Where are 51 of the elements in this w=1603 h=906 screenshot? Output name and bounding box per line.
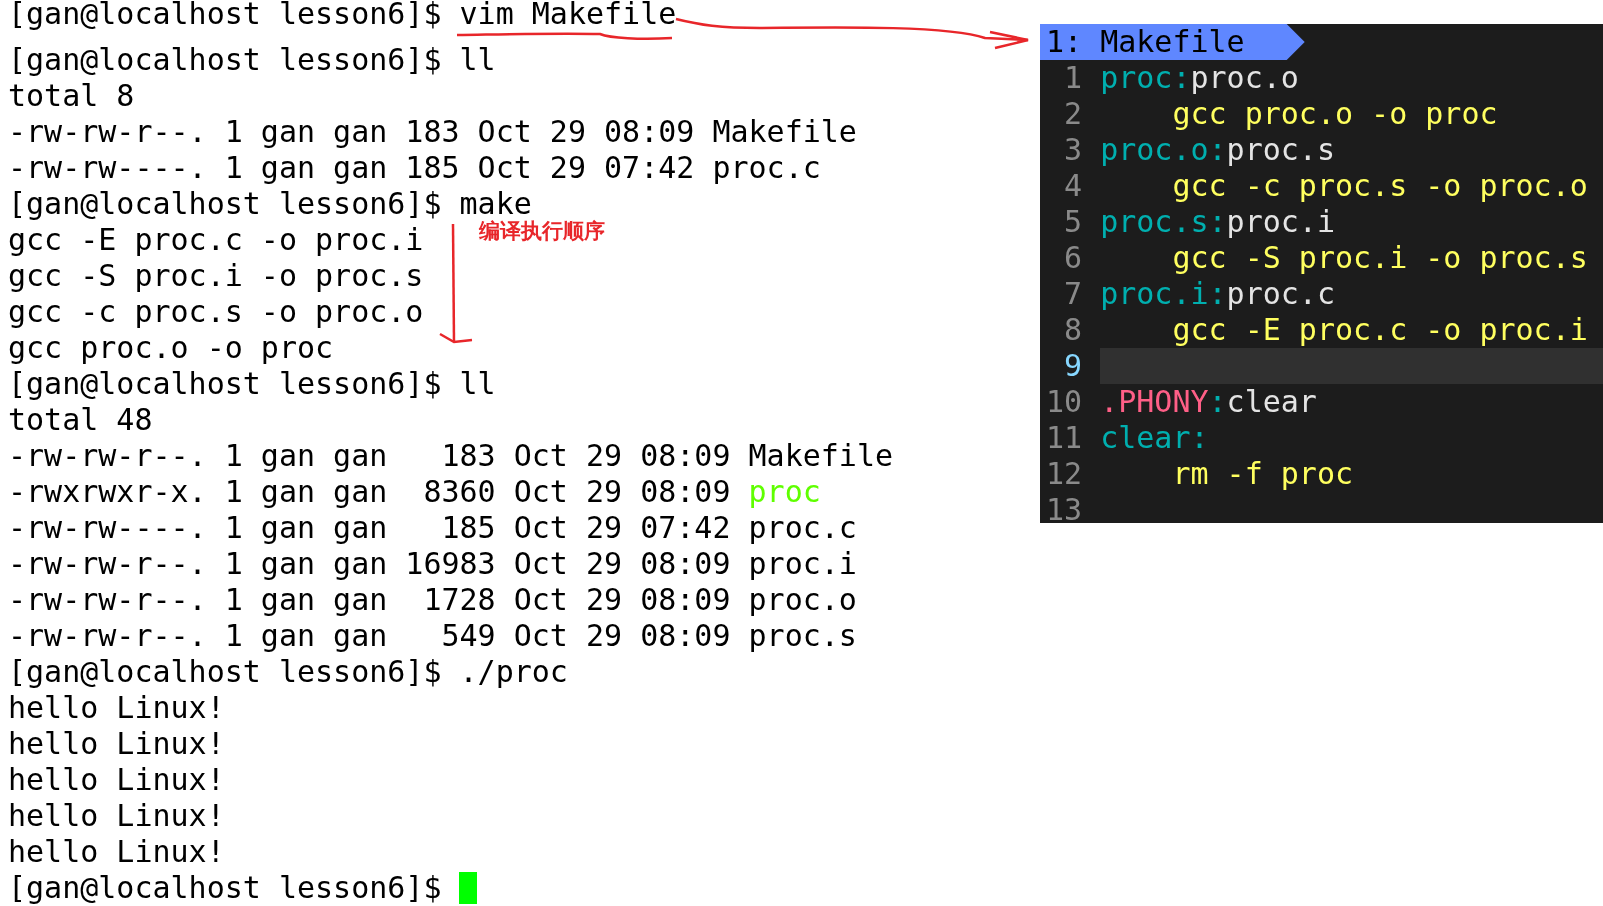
line-number: 5 (1063, 204, 1083, 240)
terminal-line: -rw-rw-r--. 1 gan gan 1728 Oct 29 08:09 proc.o (8, 582, 857, 618)
code-line: gcc proc.o -o proc (1171, 96, 1499, 132)
terminal-line: [gan@localhost lesson6]$ ll (8, 366, 496, 402)
terminal-line: [gan@localhost lesson6]$ vim Makefile (8, 0, 677, 32)
code-line: proc.s:proc.i (1100, 204, 1336, 240)
terminal-line: hello Linux! (8, 834, 225, 870)
terminal-line: -rwxrwxr-x. 1 gan gan 8360 Oct 29 08:09 proc (8, 474, 821, 510)
terminal-line: total 48 (8, 402, 153, 438)
terminal-line: gcc -E proc.c -o proc.i (8, 222, 424, 258)
terminal-line: gcc -S proc.i -o proc.s (8, 258, 424, 294)
terminal-line: -rw-rw-r--. 1 gan gan 16983 Oct 29 08:09 proc.i (8, 546, 857, 582)
line-number: 7 (1063, 276, 1083, 312)
code-line: rm -f proc (1171, 456, 1354, 492)
code-line: proc.o:proc.s (1100, 132, 1336, 168)
line-number: 13 (1046, 492, 1083, 523)
line-number: 3 (1063, 132, 1083, 168)
terminal-line: -rw-rw-r--. 1 gan gan 183 Oct 29 08:09 Makefile (8, 114, 857, 150)
terminal-line: [gan@localhost lesson6]$ (8, 870, 442, 906)
terminal-line: hello Linux! (8, 798, 225, 834)
terminal-line: [gan@localhost lesson6]$ ./proc (8, 654, 568, 690)
line-number: 2 (1063, 96, 1083, 132)
code-line: gcc -E proc.c -o proc.i (1171, 312, 1589, 348)
code-line: gcc -S proc.i -o proc.s (1171, 240, 1589, 276)
code-line: proc:proc.o (1100, 60, 1300, 96)
buffer-tab[interactable]: 1: Makefile (1040, 24, 1305, 60)
terminal-line: hello Linux! (8, 690, 225, 726)
line-number: 9 (1063, 348, 1083, 384)
line-number: 6 (1063, 240, 1083, 276)
terminal-line: [gan@localhost lesson6]$ make (8, 186, 532, 221)
terminal-line: -rw-rw----. 1 gan gan 185 Oct 29 07:42 proc.c (8, 150, 821, 186)
terminal-line: -rw-rw-r--. 1 gan gan 183 Oct 29 08:09 Makefile (8, 438, 893, 474)
terminal-line: -rw-rw----. 1 gan gan 185 Oct 29 07:42 proc.c (8, 510, 857, 546)
terminal-line: hello Linux! (8, 726, 225, 762)
terminal-line: gcc -c proc.s -o proc.o (8, 294, 424, 330)
terminal-line: gcc proc.o -o proc (8, 330, 334, 366)
line-number: 12 (1046, 456, 1083, 492)
code-line: proc.i:proc.c (1100, 276, 1336, 312)
terminal-line: [gan@localhost lesson6]$ ll (8, 42, 496, 78)
line-number: 11 (1046, 420, 1083, 456)
code-line: clear: (1100, 420, 1210, 456)
code-line: gcc -c proc.s -o proc.o (1171, 168, 1589, 204)
code-line: .PHONY:clear (1100, 384, 1318, 420)
line-number: 4 (1063, 168, 1083, 204)
annotation-note: 编译执行顺序 (479, 218, 605, 244)
terminal-line: hello Linux! (8, 762, 225, 798)
line-number: 1 (1063, 60, 1083, 96)
line-number: 10 (1046, 384, 1083, 420)
terminal-line: -rw-rw-r--. 1 gan gan 549 Oct 29 08:09 proc.s (8, 618, 857, 654)
terminal-line: total 8 (8, 78, 135, 114)
line-number: 8 (1063, 312, 1083, 348)
